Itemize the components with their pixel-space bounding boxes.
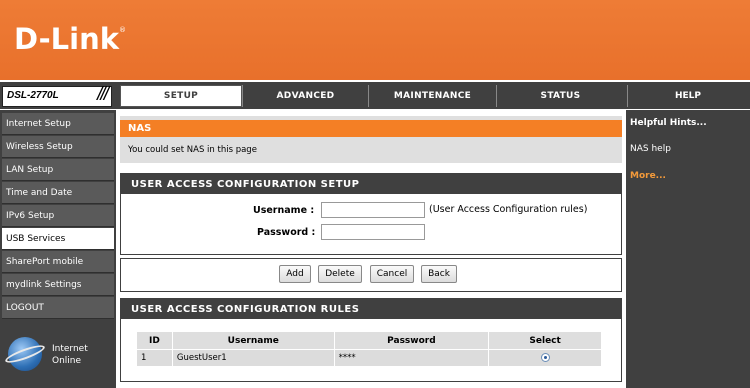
- sidebar-item-wireless-setup[interactable]: Wireless Setup: [2, 136, 114, 158]
- col-id-header: ID: [136, 331, 173, 350]
- password-input[interactable]: [321, 224, 425, 240]
- model-name: DSL-2770L: [7, 90, 59, 101]
- username-label: Username :: [253, 205, 315, 216]
- nas-help-link[interactable]: NAS help: [630, 144, 671, 154]
- tab-advanced[interactable]: ADVANCED: [242, 85, 368, 107]
- helpful-hints-title: Helpful Hints...: [630, 118, 707, 128]
- sidebar-item-shareport-mobile[interactable]: SharePort mobile: [2, 251, 114, 273]
- nas-description: You could set NAS in this page: [128, 145, 257, 155]
- header-banner: D-Link®: [0, 0, 750, 80]
- internet-status-text: Internet Online: [52, 343, 88, 367]
- col-username-header: Username: [171, 331, 335, 350]
- user-access-setup-section: USER ACCESS CONFIGURATION SETUP Username…: [120, 173, 622, 255]
- sidebar-item-mydlink-settings[interactable]: mydlink Settings: [2, 274, 114, 296]
- tab-maintenance[interactable]: MAINTENANCE: [368, 85, 496, 107]
- cancel-button[interactable]: Cancel: [370, 265, 414, 283]
- col-password-header: Password: [333, 331, 490, 350]
- tab-help[interactable]: HELP: [627, 85, 748, 107]
- internet-status-line2: Online: [52, 356, 82, 366]
- top-tabs: SETUP ADVANCED MAINTENANCE STATUS: [120, 85, 624, 107]
- action-buttons-section: Add Delete Cancel Back: [120, 258, 622, 292]
- more-link[interactable]: More...: [630, 171, 666, 181]
- add-button[interactable]: Add: [279, 265, 311, 283]
- row-id: 1: [136, 349, 173, 367]
- username-hint: (User Access Configuration rules): [429, 204, 588, 215]
- rules-table: ID Username Password Select 1 GuestUser1…: [136, 331, 602, 367]
- delete-button[interactable]: Delete: [318, 265, 362, 283]
- table-row: 1 GuestUser1 ****: [136, 349, 602, 367]
- row-password: ****: [333, 349, 490, 367]
- setup-section-title: USER ACCESS CONFIGURATION SETUP: [121, 174, 621, 194]
- user-access-rules-section: USER ACCESS CONFIGURATION RULES ID Usern…: [120, 298, 622, 382]
- sidebar-item-time-and-date[interactable]: Time and Date: [2, 182, 114, 204]
- sidebar-item-usb-services[interactable]: USB Services: [2, 228, 114, 250]
- sidebar-item-ipv6-setup[interactable]: IPv6 Setup: [2, 205, 114, 227]
- username-input[interactable]: [321, 202, 425, 218]
- rules-section-title: USER ACCESS CONFIGURATION RULES: [121, 299, 621, 319]
- password-label: Password :: [257, 227, 316, 238]
- nas-section: NAS You could set NAS in this page: [120, 116, 622, 163]
- sidebar-item-logout[interactable]: LOGOUT: [2, 297, 114, 319]
- nas-title: NAS: [120, 120, 622, 137]
- tab-setup[interactable]: SETUP: [120, 85, 242, 107]
- main-content: NAS You could set NAS in this page USER …: [117, 110, 625, 388]
- model-badge: DSL-2770L ///: [2, 84, 112, 107]
- back-button[interactable]: Back: [421, 265, 457, 283]
- row-username: GuestUser1: [171, 349, 335, 367]
- dlink-logo: D-Link®: [14, 22, 126, 56]
- help-panel: Helpful Hints... NAS help More...: [626, 110, 750, 388]
- tab-status[interactable]: STATUS: [496, 85, 624, 107]
- select-radio[interactable]: [540, 353, 550, 362]
- internet-status: Internet Online: [3, 335, 108, 375]
- col-select-header: Select: [488, 331, 602, 350]
- row-select-cell: [488, 349, 602, 367]
- internet-status-line1: Internet: [52, 344, 88, 354]
- model-slashes: ///: [97, 84, 109, 105]
- sidebar-item-lan-setup[interactable]: LAN Setup: [2, 159, 114, 181]
- table-header-row: ID Username Password Select: [136, 331, 602, 350]
- sidebar-item-internet-setup[interactable]: Internet Setup: [2, 113, 114, 135]
